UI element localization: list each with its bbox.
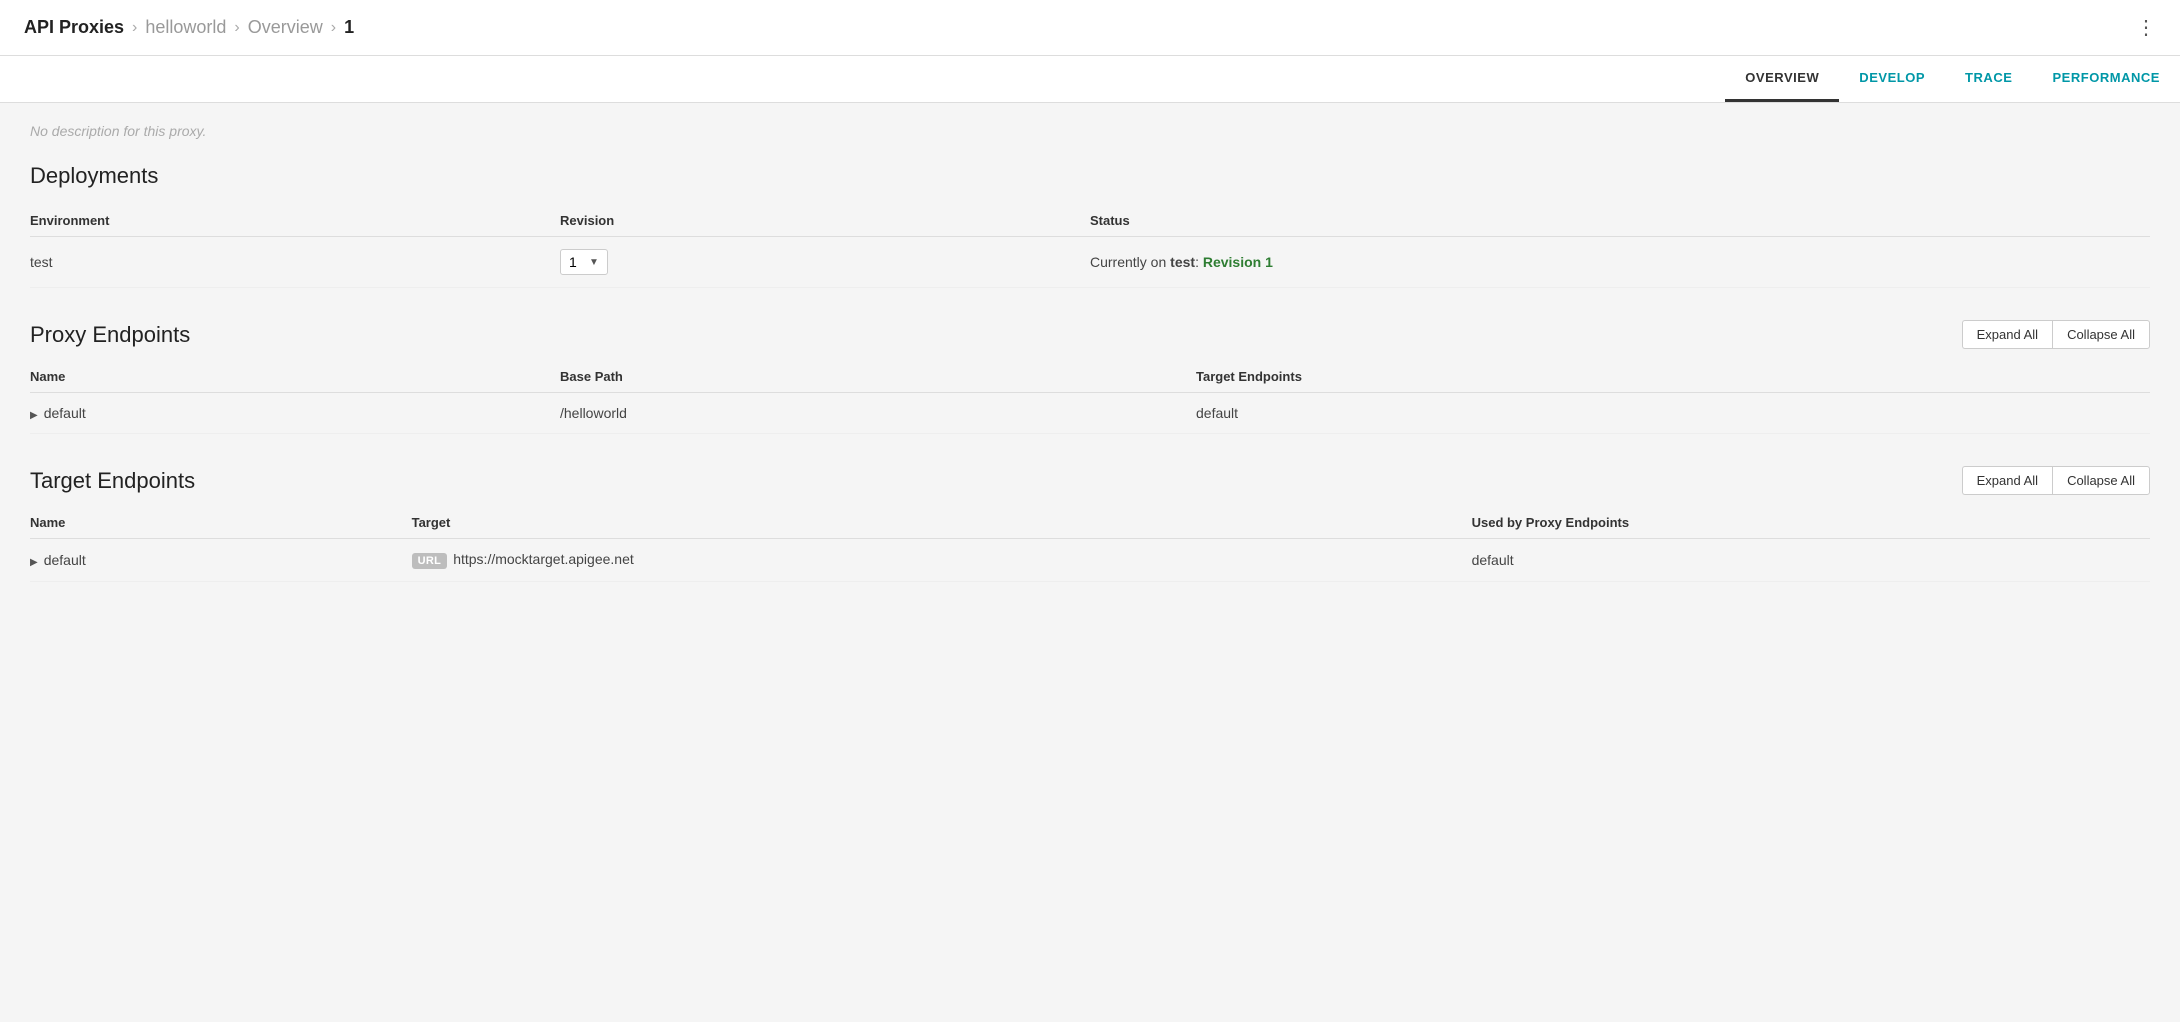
proxy-endpoint-base-path: /helloworld (560, 393, 1196, 434)
target-endpoint-target: URLhttps://mocktarget.apigee.net (412, 539, 1472, 582)
deployments-title: Deployments (30, 163, 2150, 189)
more-options-icon[interactable]: ⋮ (2136, 15, 2156, 40)
deployments-header-row: Environment Revision Status (30, 205, 2150, 237)
url-badge: URL (412, 553, 448, 569)
proxy-endpoints-table: Name Base Path Target Endpoints ▶default… (30, 361, 2150, 434)
target-endpoints-section-header: Target Endpoints Expand All Collapse All (30, 466, 2150, 495)
proxy-endpoints-expand-collapse: Expand All Collapse All (1962, 320, 2150, 349)
proxy-endpoint-target-endpoints: default (1196, 393, 2150, 434)
status-prefix: Currently on (1090, 254, 1170, 270)
target-endpoints-title: Target Endpoints (30, 468, 195, 494)
breadcrumb-revision: 1 (344, 17, 354, 38)
target-endpoints-col-used-by: Used by Proxy Endpoints (1472, 507, 2150, 539)
deployments-col-status: Status (1090, 205, 2150, 237)
status-revision: Revision 1 (1203, 254, 1273, 270)
breadcrumb-api-proxies[interactable]: API Proxies (24, 17, 124, 38)
deployments-col-environment: Environment (30, 205, 560, 237)
deployment-status: Currently on test: Revision 1 (1090, 237, 2150, 288)
target-endpoints-col-target: Target (412, 507, 1472, 539)
breadcrumb-helloworld[interactable]: helloworld (145, 17, 226, 38)
chevron-right-icon-1: › (132, 19, 137, 37)
proxy-endpoint-name[interactable]: ▶default (30, 393, 560, 434)
revision-select[interactable]: 1 (569, 254, 581, 270)
target-endpoints-col-name: Name (30, 507, 412, 539)
proxy-description: No description for this proxy. (30, 123, 2150, 139)
tabs-bar: OVERVIEW DEVELOP TRACE PERFORMANCE (0, 56, 2180, 103)
expand-arrow-icon: ▶ (30, 410, 38, 421)
proxy-endpoints-col-target: Target Endpoints (1196, 361, 2150, 393)
header: API Proxies › helloworld › Overview › 1 … (0, 0, 2180, 56)
tab-performance[interactable]: PERFORMANCE (2032, 56, 2180, 102)
status-env: test (1170, 254, 1195, 270)
target-endpoint-used-by: default (1472, 539, 2150, 582)
target-endpoints-header-row: Name Target Used by Proxy Endpoints (30, 507, 2150, 539)
expand-arrow-icon: ▶ (30, 557, 38, 568)
deployments-table: Environment Revision Status test 1 ▼ (30, 205, 2150, 288)
breadcrumb: API Proxies › helloworld › Overview › 1 (24, 17, 354, 38)
proxy-endpoints-section-header: Proxy Endpoints Expand All Collapse All (30, 320, 2150, 349)
proxy-endpoints-collapse-all-button[interactable]: Collapse All (2052, 320, 2150, 349)
chevron-down-icon: ▼ (589, 257, 599, 268)
tab-overview[interactable]: OVERVIEW (1725, 56, 1839, 102)
proxy-endpoints-header-row: Name Base Path Target Endpoints (30, 361, 2150, 393)
target-endpoints-collapse-all-button[interactable]: Collapse All (2052, 466, 2150, 495)
deployment-environment: test (30, 237, 560, 288)
target-endpoints-expand-all-button[interactable]: Expand All (1962, 466, 2052, 495)
chevron-right-icon-2: › (234, 19, 239, 37)
tab-develop[interactable]: DEVELOP (1839, 56, 1945, 102)
proxy-endpoints-col-base-path: Base Path (560, 361, 1196, 393)
main-content: No description for this proxy. Deploymen… (0, 103, 2180, 644)
table-row: ▶default URLhttps://mocktarget.apigee.ne… (30, 539, 2150, 582)
breadcrumb-overview[interactable]: Overview (248, 17, 323, 38)
target-endpoints-table: Name Target Used by Proxy Endpoints ▶def… (30, 507, 2150, 582)
proxy-endpoints-title: Proxy Endpoints (30, 322, 190, 348)
deployments-col-revision: Revision (560, 205, 1090, 237)
chevron-right-icon-3: › (331, 19, 336, 37)
table-row: test 1 ▼ Currently on test: Revision 1 (30, 237, 2150, 288)
revision-dropdown[interactable]: 1 ▼ (560, 249, 608, 275)
proxy-endpoints-expand-all-button[interactable]: Expand All (1962, 320, 2052, 349)
target-endpoints-expand-collapse: Expand All Collapse All (1962, 466, 2150, 495)
status-colon: : (1195, 254, 1203, 270)
proxy-endpoints-col-name: Name (30, 361, 560, 393)
tab-trace[interactable]: TRACE (1945, 56, 2032, 102)
table-row: ▶default /helloworld default (30, 393, 2150, 434)
deployment-revision-select-cell: 1 ▼ (560, 237, 1090, 288)
target-endpoint-name[interactable]: ▶default (30, 539, 412, 582)
